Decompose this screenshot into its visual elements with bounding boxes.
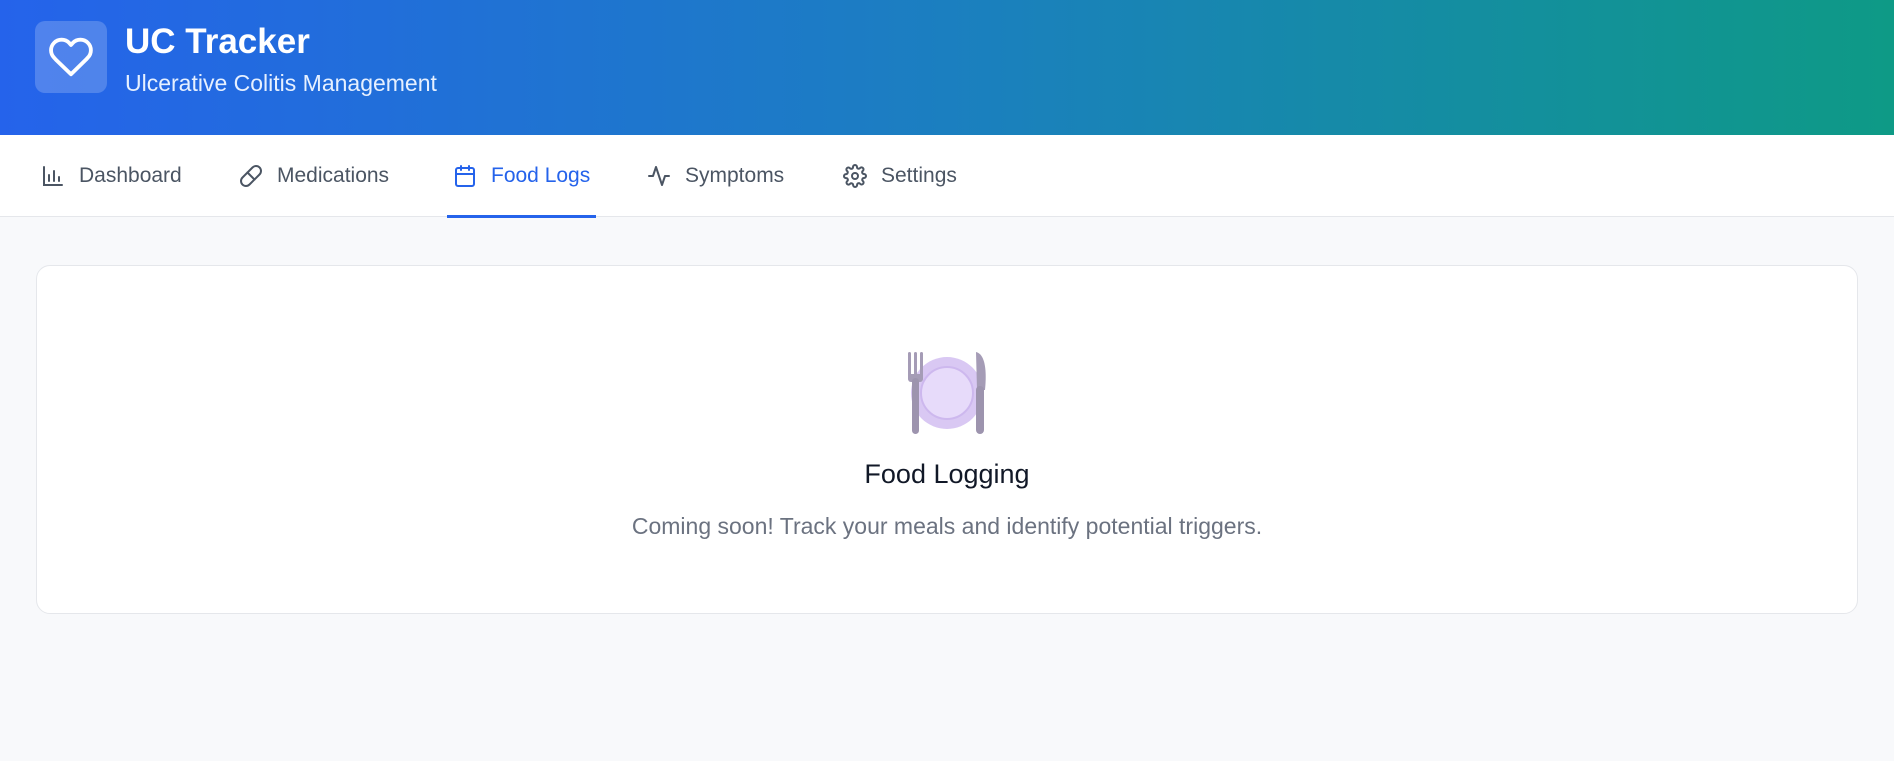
food-logs-card [36,265,1858,614]
activity-icon [648,166,670,186]
app-header: UC Tracker Ulcerative Colitis Management [0,0,1894,135]
tab-label: Medications [277,164,390,187]
app-subtitle: Ulcerative Colitis Management [125,70,437,96]
tab-medications[interactable]: Medications [239,135,389,217]
tab-symptoms[interactable]: Symptoms [647,135,784,217]
tab-food-logs[interactable]: Food Logs [446,135,597,218]
heart-icon [49,37,93,77]
tab-navigation: Dashboard Medications Food Logs Symptoms… [0,135,1894,218]
tab-label: Settings [881,164,957,187]
fork-knife-plate-icon [908,352,986,434]
app-title: UC Tracker [125,22,310,61]
bar-chart-icon [43,166,63,186]
tab-label: Symptoms [685,164,785,187]
gear-icon [843,164,867,188]
tab-label: Food Logs [491,164,591,187]
tab-label: Dashboard [79,164,182,187]
tab-settings[interactable]: Settings [843,135,957,217]
pill-icon [240,165,262,187]
tab-dashboard[interactable]: Dashboard [41,135,182,217]
calendar-icon [455,165,475,187]
app-logo [35,21,107,93]
empty-state-title: Food Logging [864,459,1030,489]
empty-state-description: Coming soon! Track your meals and identi… [631,513,1263,539]
